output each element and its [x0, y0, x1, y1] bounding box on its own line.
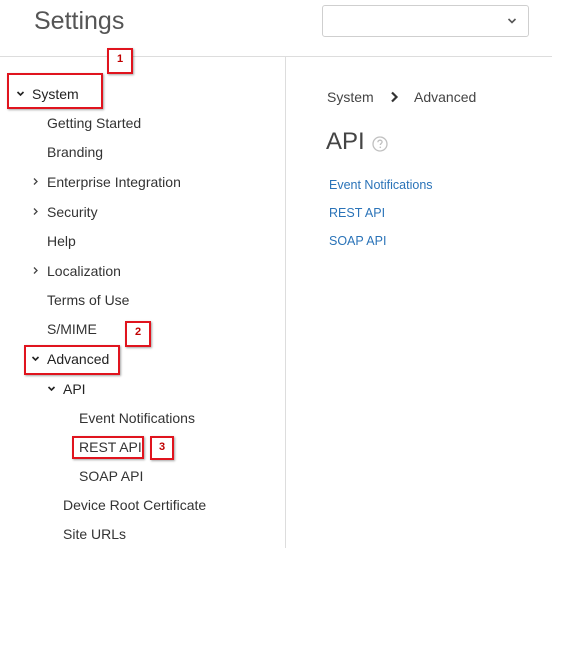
sidebar-item-device-root-certificate[interactable]: Device Root Certificate: [63, 496, 206, 514]
sidebar-item-enterprise-integration[interactable]: Enterprise Integration: [47, 173, 181, 191]
caret-right-icon[interactable]: [31, 207, 40, 216]
callout-badge-2: 2: [125, 321, 151, 347]
chevron-down-icon: [507, 18, 517, 24]
header-divider: [0, 56, 552, 57]
caret-right-icon[interactable]: [31, 177, 40, 186]
settings-app: Settings System Getting Started Branding…: [0, 0, 552, 548]
help-circle-icon[interactable]: [372, 136, 388, 152]
sidebar-item-security[interactable]: Security: [47, 203, 98, 221]
sidebar-item-branding[interactable]: Branding: [47, 143, 103, 161]
chevron-right-icon: [391, 91, 399, 103]
sidebar-item-api[interactable]: API: [63, 380, 86, 398]
link-soap-api[interactable]: SOAP API: [329, 233, 386, 249]
callout-badge-3: 3: [150, 436, 174, 460]
caret-down-icon[interactable]: [47, 384, 56, 393]
sidebar-divider: [285, 57, 286, 548]
link-event-notifications[interactable]: Event Notifications: [329, 177, 433, 193]
sidebar-item-terms-of-use[interactable]: Terms of Use: [47, 291, 129, 309]
callout-highlight-advanced: [24, 345, 120, 375]
sidebar-item-getting-started[interactable]: Getting Started: [47, 114, 141, 132]
sidebar-item-event-notifications[interactable]: Event Notifications: [79, 409, 195, 427]
caret-right-icon[interactable]: [31, 266, 40, 275]
header-select[interactable]: [322, 5, 529, 37]
sidebar-item-site-urls[interactable]: Site URLs: [63, 525, 126, 543]
section-title: API: [326, 128, 365, 155]
breadcrumb-item-advanced: Advanced: [414, 89, 477, 105]
callout-badge-1: 1: [107, 48, 133, 74]
sidebar-item-smime[interactable]: S/MIME: [47, 320, 97, 338]
breadcrumb-item-system[interactable]: System: [327, 88, 374, 106]
sidebar-item-soap-api[interactable]: SOAP API: [79, 467, 143, 485]
sidebar-item-help[interactable]: Help: [47, 232, 76, 250]
page-title: Settings: [34, 7, 125, 35]
sidebar-item-localization[interactable]: Localization: [47, 262, 121, 280]
link-rest-api[interactable]: REST API: [329, 205, 385, 221]
callout-highlight-system: [7, 73, 103, 109]
callout-highlight-rest-api: [72, 436, 144, 459]
